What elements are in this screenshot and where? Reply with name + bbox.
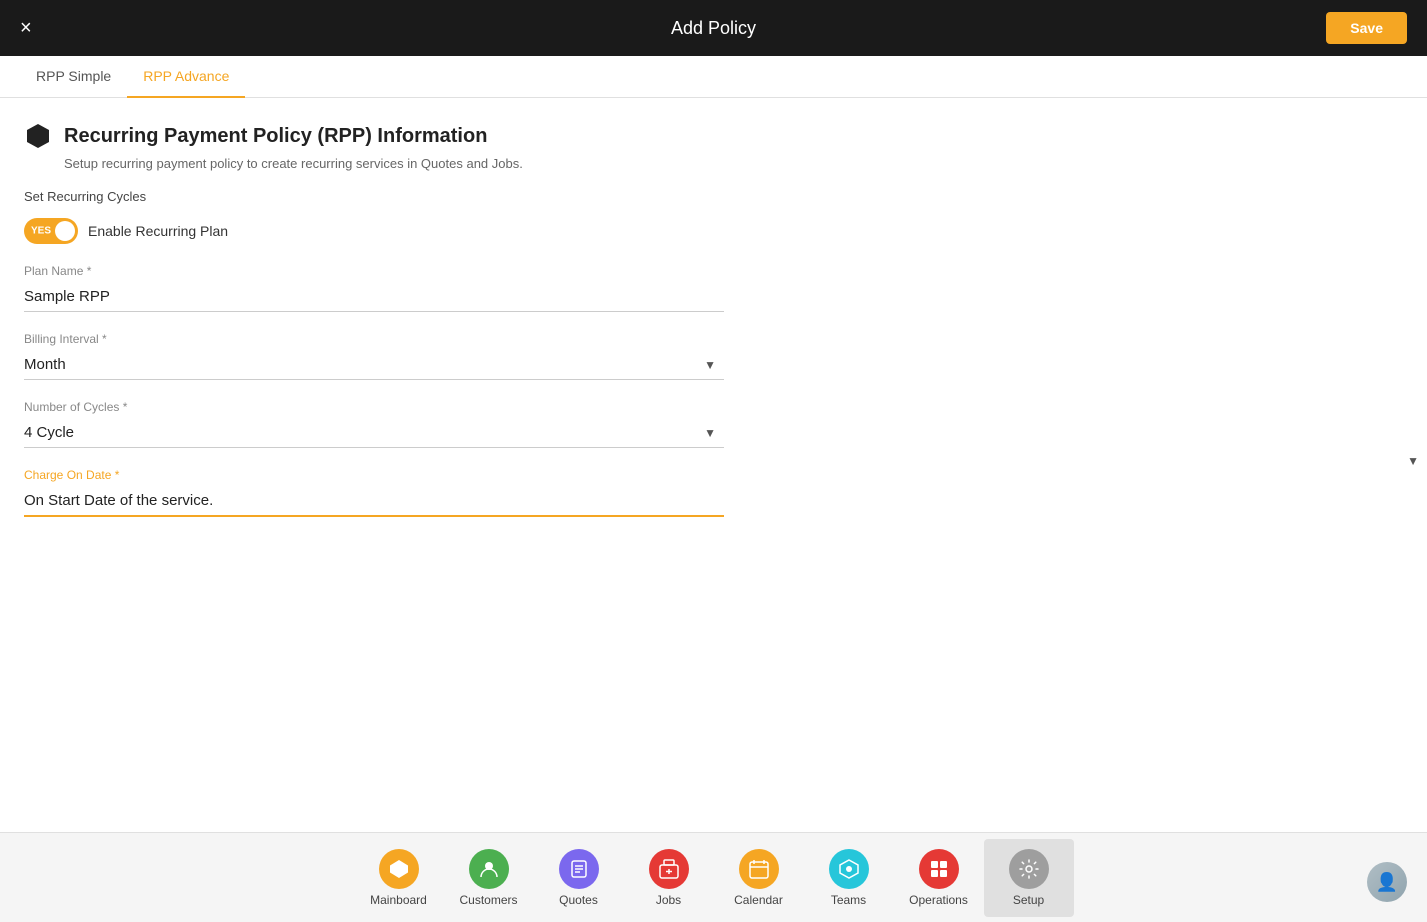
mainboard-label: Mainboard (370, 893, 427, 907)
billing-interval-group: Billing Interval * Month Week Year ▼ (24, 332, 724, 380)
billing-interval-select-wrapper: Month Week Year ▼ (24, 350, 724, 380)
nav-item-calendar[interactable]: Calendar (714, 839, 804, 917)
tabs-bar: RPP Simple RPP Advance (0, 56, 1427, 98)
jobs-icon (649, 849, 689, 889)
header: × Add Policy Save (0, 0, 1427, 56)
save-button[interactable]: Save (1326, 12, 1407, 44)
charge-on-date-dropdown-arrow: ▼ (1407, 454, 1419, 468)
nav-item-mainboard[interactable]: Mainboard (354, 839, 444, 917)
teams-icon (829, 849, 869, 889)
charge-on-date-select-wrapper: On Start Date of the service. On End Dat… (24, 486, 724, 517)
calendar-label: Calendar (734, 893, 783, 907)
enable-recurring-toggle[interactable]: YES (24, 218, 78, 244)
num-cycles-label: Number of Cycles * (24, 400, 724, 414)
setup-icon (1009, 849, 1049, 889)
page-title: Add Policy (671, 18, 756, 39)
customers-icon (469, 849, 509, 889)
nav-item-teams[interactable]: Teams (804, 839, 894, 917)
nav-item-jobs[interactable]: Jobs (624, 839, 714, 917)
operations-icon (919, 849, 959, 889)
charge-on-date-label: Charge On Date * (24, 468, 724, 482)
calendar-icon (739, 849, 779, 889)
enable-recurring-toggle-row: YES Enable Recurring Plan (24, 218, 1403, 244)
nav-item-customers[interactable]: Customers (444, 839, 534, 917)
charge-on-date-group: Charge On Date * On Start Date of the se… (24, 468, 724, 517)
section-title: Recurring Payment Policy (RPP) Informati… (64, 125, 487, 148)
nav-item-quotes[interactable]: Quotes (534, 839, 624, 917)
bottom-nav: Mainboard Customers Quotes (0, 832, 1427, 922)
nav-item-setup[interactable]: Setup (984, 839, 1074, 917)
section-header: Recurring Payment Policy (RPP) Informati… (24, 122, 1403, 150)
quotes-label: Quotes (559, 893, 598, 907)
mainboard-icon (379, 849, 419, 889)
quotes-icon (559, 849, 599, 889)
tab-rpp-advance[interactable]: RPP Advance (127, 56, 245, 98)
teams-label: Teams (831, 893, 866, 907)
close-button[interactable]: × (20, 18, 32, 38)
toggle-yes-label: YES (31, 226, 51, 237)
plan-name-input[interactable] (24, 282, 724, 312)
main-content: Recurring Payment Policy (RPP) Informati… (0, 98, 1427, 832)
setup-label: Setup (1013, 893, 1044, 907)
jobs-label: Jobs (656, 893, 681, 907)
set-cycles-label: Set Recurring Cycles (24, 189, 1403, 204)
billing-interval-select[interactable]: Month Week Year (24, 350, 724, 380)
customers-label: Customers (459, 893, 517, 907)
num-cycles-select-wrapper: 4 Cycle 1 Cycle 2 Cycle 3 Cycle 6 Cycle … (24, 418, 724, 448)
nav-items: Mainboard Customers Quotes (354, 839, 1074, 917)
hex-icon (24, 122, 52, 150)
num-cycles-group: Number of Cycles * 4 Cycle 1 Cycle 2 Cyc… (24, 400, 724, 448)
billing-interval-label: Billing Interval * (24, 332, 724, 346)
nav-item-operations[interactable]: Operations (894, 839, 984, 917)
toggle-label: Enable Recurring Plan (88, 223, 228, 239)
operations-label: Operations (909, 893, 968, 907)
user-avatar[interactable]: 👤 (1367, 862, 1407, 902)
avatar-image: 👤 (1367, 862, 1407, 902)
tab-rpp-simple[interactable]: RPP Simple (20, 56, 127, 98)
plan-name-group: Plan Name * (24, 264, 724, 312)
plan-name-label: Plan Name * (24, 264, 724, 278)
num-cycles-select[interactable]: 4 Cycle 1 Cycle 2 Cycle 3 Cycle 6 Cycle … (24, 418, 724, 448)
charge-on-date-select[interactable]: On Start Date of the service. On End Dat… (24, 486, 724, 517)
section-subtitle: Setup recurring payment policy to create… (64, 156, 1403, 171)
